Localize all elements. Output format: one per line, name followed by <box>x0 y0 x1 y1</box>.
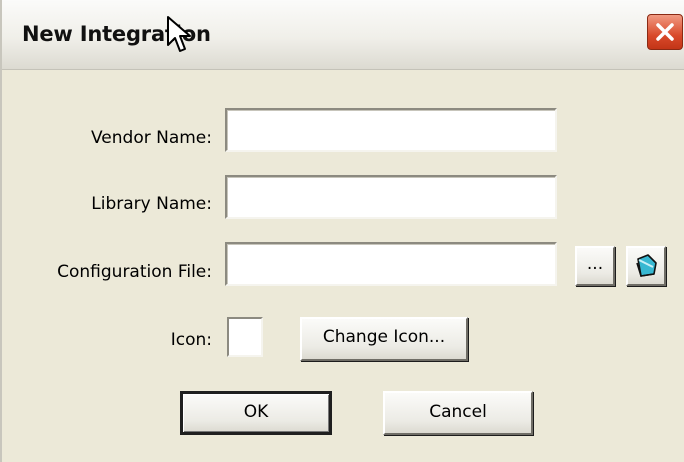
icon-preview <box>227 317 263 357</box>
icon-label: Icon: <box>170 330 212 350</box>
library-name-label: Library Name: <box>91 194 212 214</box>
cancel-button[interactable]: Cancel <box>383 391 533 435</box>
ok-button[interactable]: OK <box>180 391 332 435</box>
library-name-input[interactable] <box>225 175 557 219</box>
change-icon-button[interactable]: Change Icon... <box>300 317 468 361</box>
change-icon-label: Change Icon... <box>322 327 446 347</box>
mouse-pointer-icon <box>167 16 191 52</box>
browse-label: ... <box>586 254 604 274</box>
title-bar[interactable]: New Integration <box>2 0 684 70</box>
configuration-file-input[interactable] <box>225 242 557 286</box>
edit-file-icon <box>636 254 657 277</box>
new-integration-dialog: New Integration Vendor Name: Library Nam… <box>0 0 684 462</box>
vendor-name-label: Vendor Name: <box>90 128 212 148</box>
browse-button[interactable]: ... <box>575 246 615 286</box>
vendor-name-input[interactable] <box>225 108 557 152</box>
ok-label: OK <box>243 402 269 422</box>
configuration-file-label: Configuration File: <box>57 262 212 282</box>
edit-file-button[interactable] <box>626 246 666 286</box>
close-icon <box>656 23 674 41</box>
cancel-label: Cancel <box>429 402 487 422</box>
close-button[interactable] <box>647 14 683 50</box>
